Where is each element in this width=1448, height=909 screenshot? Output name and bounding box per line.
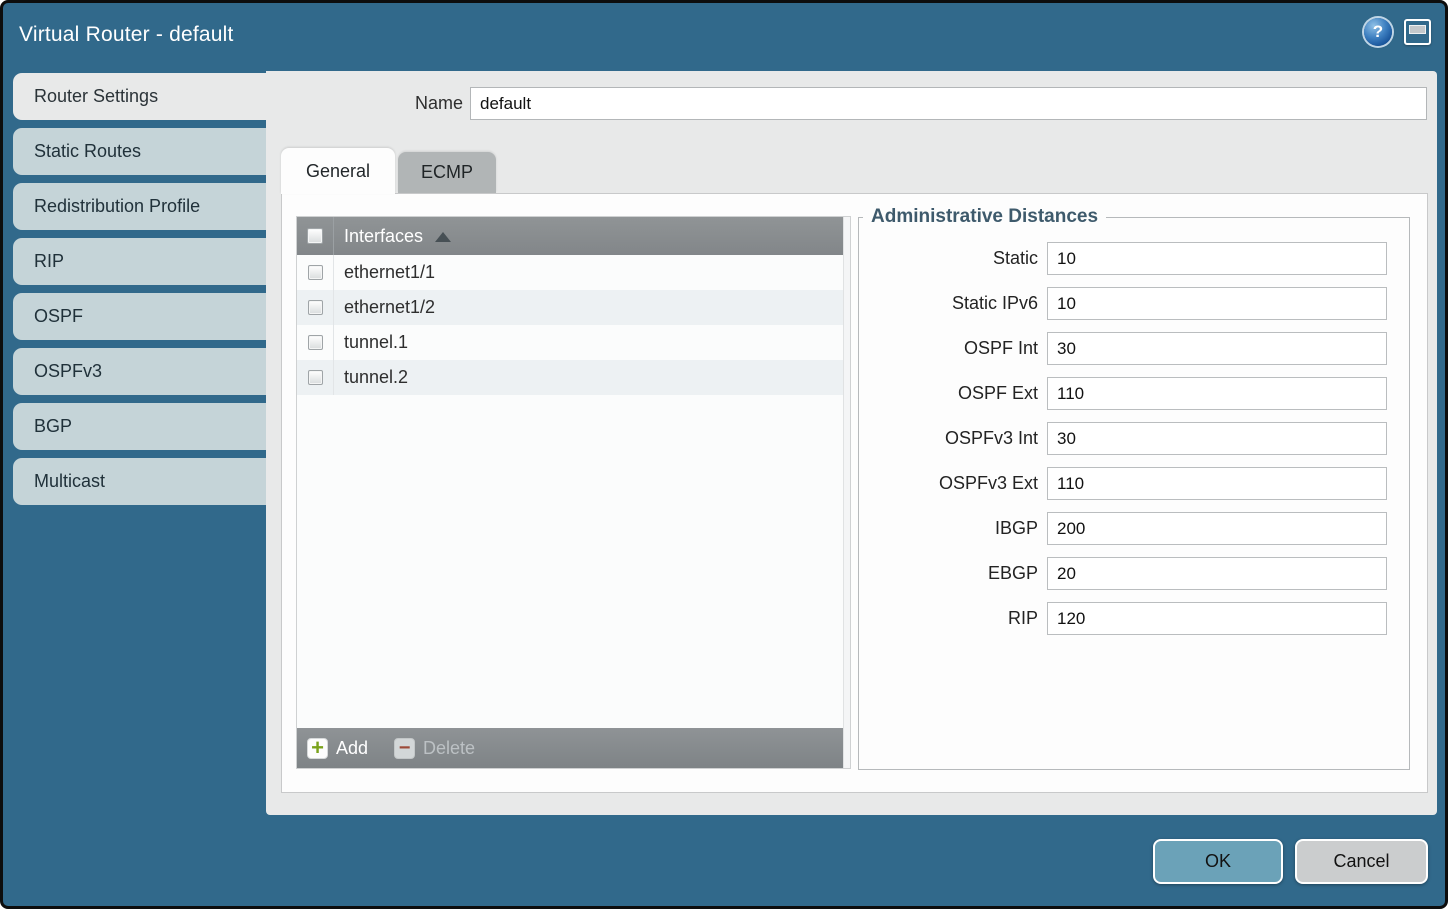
interfaces-table-footer: + Add − Delete [297,728,850,768]
distance-field-row: RIP [859,602,1409,635]
title-bar: Virtual Router - default ? [3,3,1445,71]
row-checkbox[interactable] [308,335,323,350]
distance-field-row: IBGP [859,512,1409,545]
table-row[interactable]: tunnel.1 [297,325,850,360]
help-icon[interactable]: ? [1364,18,1392,46]
interfaces-column-header[interactable]: Interfaces [334,226,423,247]
sidebar: Router Settings Static Routes Redistribu… [13,73,266,513]
distance-input[interactable] [1047,332,1387,365]
distance-input[interactable] [1047,557,1387,590]
distance-field-label: IBGP [859,518,1047,539]
distance-field-label: Static [859,248,1047,269]
restore-window-icon-inner [1409,25,1426,34]
distance-field-label: EBGP [859,563,1047,584]
distance-input[interactable] [1047,287,1387,320]
distance-input[interactable] [1047,467,1387,500]
table-scrollbar[interactable] [843,217,850,768]
distance-field-row: Static IPv6 [859,287,1409,320]
table-row[interactable]: ethernet1/2 [297,290,850,325]
tab-ecmp[interactable]: ECMP [398,152,496,193]
sidebar-item[interactable]: BGP [13,403,266,450]
distance-input[interactable] [1047,377,1387,410]
delete-button-label: Delete [423,738,475,759]
administrative-distances-fieldset: Administrative Distances Static Static I… [858,206,1410,770]
distance-field-row: OSPFv3 Int [859,422,1409,455]
interface-name: ethernet1/2 [334,297,435,318]
distance-input[interactable] [1047,242,1387,275]
sidebar-item[interactable]: OSPF [13,293,266,340]
row-checkbox[interactable] [308,265,323,280]
distance-input[interactable] [1047,512,1387,545]
distance-field-label: OSPFv3 Int [859,428,1047,449]
name-input[interactable] [470,87,1427,120]
virtual-router-dialog: Virtual Router - default ? Router Settin… [0,0,1448,909]
name-label: Name [266,87,463,120]
distance-field-row: OSPF Int [859,332,1409,365]
distance-input[interactable] [1047,602,1387,635]
sidebar-item[interactable]: Static Routes [13,128,266,175]
table-row[interactable]: tunnel.2 [297,360,850,395]
minus-icon: − [394,738,415,759]
row-checkbox-cell [297,360,334,395]
row-checkbox-cell [297,255,334,290]
tab-general[interactable]: General [281,148,395,194]
row-checkbox[interactable] [308,300,323,315]
sidebar-item[interactable]: Multicast [13,458,266,505]
interfaces-table: Interfaces ethernet1/1 ethernet1/2 [296,216,851,769]
add-button-label: Add [336,738,368,759]
distance-field-row: Static [859,242,1409,275]
distance-field-row: EBGP [859,557,1409,590]
distance-field-label: OSPF Ext [859,383,1047,404]
row-checkbox-cell [297,325,334,360]
distance-field-label: OSPFv3 Ext [859,473,1047,494]
cancel-button[interactable]: Cancel [1295,839,1428,884]
administrative-distances-fields: Static Static IPv6 OSPF Int [859,242,1409,635]
interfaces-table-body: ethernet1/1 ethernet1/2 tunnel.1 [297,255,850,728]
ok-button[interactable]: OK [1153,839,1283,884]
distance-field-row: OSPFv3 Ext [859,467,1409,500]
select-all-checkbox[interactable] [307,228,323,244]
general-tab-panel: Interfaces ethernet1/1 ethernet1/2 [281,193,1428,793]
titlebar-icons: ? [1364,18,1431,46]
plus-icon: + [307,738,328,759]
distance-field-label: Static IPv6 [859,293,1047,314]
distance-field-label: OSPF Int [859,338,1047,359]
row-checkbox-cell [297,290,334,325]
interfaces-table-header: Interfaces [297,217,850,255]
distance-field-label: RIP [859,608,1047,629]
sidebar-item[interactable]: RIP [13,238,266,285]
content-panel: Name General ECMP Interfaces ethernet1/1 [266,71,1437,815]
distance-input[interactable] [1047,422,1387,455]
interface-name: ethernet1/1 [334,262,435,283]
row-checkbox[interactable] [308,370,323,385]
distance-field-row: OSPF Ext [859,377,1409,410]
delete-button[interactable]: − Delete [394,738,475,759]
table-row[interactable]: ethernet1/1 [297,255,850,290]
interface-name: tunnel.2 [334,367,408,388]
sidebar-item[interactable]: Router Settings [13,73,266,120]
restore-window-icon[interactable] [1404,19,1431,45]
sidebar-item[interactable]: OSPFv3 [13,348,266,395]
add-button[interactable]: + Add [307,738,368,759]
administrative-distances-legend: Administrative Distances [863,206,1106,228]
sort-ascending-icon[interactable] [435,232,451,242]
sidebar-item[interactable]: Redistribution Profile [13,183,266,230]
dialog-title: Virtual Router - default [19,3,234,71]
header-checkbox-cell [297,217,334,255]
interface-name: tunnel.1 [334,332,408,353]
